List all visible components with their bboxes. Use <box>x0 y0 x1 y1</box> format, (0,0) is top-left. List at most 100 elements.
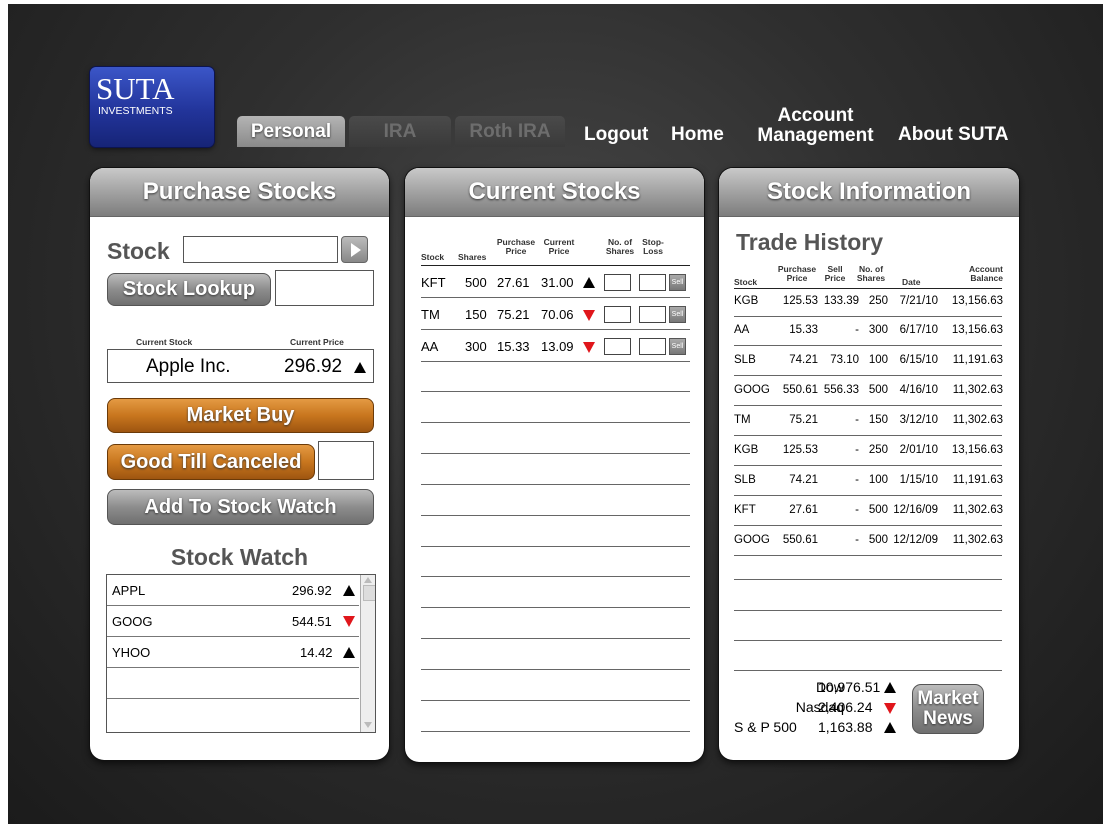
history-sell: 556.33 <box>823 384 859 396</box>
suta-logo[interactable]: SUTA INVESTMENTS <box>90 67 214 147</box>
table-row[interactable]: AA 300 15.33 13.09 Sell <box>405 331 704 361</box>
empty-row-line <box>421 515 690 516</box>
empty-row-line <box>421 700 690 701</box>
history-row[interactable]: SLB 74.21 -100 1/15/10 11,191.63 <box>719 468 1019 496</box>
good-till-canceled-input[interactable] <box>318 441 374 480</box>
history-balance: 13,156.63 <box>951 444 1003 456</box>
stop-loss-input[interactable] <box>639 338 666 355</box>
history-row[interactable]: KGB 125.53 -250 2/01/10 13,156.63 <box>719 438 1019 466</box>
watch-scrollbar[interactable] <box>360 575 375 732</box>
stock-lookup-button[interactable]: Stock Lookup <box>107 273 271 306</box>
empty-row-line <box>421 607 690 608</box>
sell-button[interactable]: Sell <box>669 274 686 291</box>
history-date: 12/16/09 <box>893 504 938 516</box>
history-purchase: 74.21 <box>789 354 818 366</box>
table-row[interactable]: TM 150 75.21 70.06 Sell <box>405 299 704 329</box>
watch-row[interactable]: APPL 296.92 <box>107 575 359 606</box>
cell-shares: 300 <box>465 339 487 354</box>
empty-row-line <box>421 391 690 392</box>
trend-down-icon <box>583 342 595 353</box>
history-stock: SLB <box>734 474 756 486</box>
history-sell: - <box>855 324 859 336</box>
nav-logout[interactable]: Logout <box>584 124 648 146</box>
stop-loss-input[interactable] <box>639 274 666 291</box>
history-row[interactable]: AA 15.33 -300 6/17/10 13,156.63 <box>719 318 1019 346</box>
shares-input[interactable] <box>604 306 631 323</box>
stock-lookup-input[interactable] <box>275 270 374 306</box>
watch-symbol: GOOG <box>112 614 153 629</box>
history-sell: - <box>855 504 859 516</box>
trend-down-icon <box>884 703 896 714</box>
history-row[interactable]: KFT 27.61 -500 12/16/09 11,302.63 <box>719 498 1019 526</box>
index-value: 10,976.51 <box>818 679 881 695</box>
history-date: 3/12/10 <box>899 414 938 426</box>
cell-current: 13.09 <box>541 339 574 354</box>
history-sell: - <box>855 534 859 546</box>
history-balance: 11,191.63 <box>952 354 1003 366</box>
history-row-divider <box>734 495 1002 496</box>
empty-row-line <box>421 669 690 670</box>
history-row[interactable]: SLB 74.21 73.10 100 6/15/10 11,191.63 <box>719 348 1019 376</box>
watch-symbol: YHOO <box>112 645 151 660</box>
col-stop-line2: Loss <box>643 246 663 256</box>
stop-loss-input[interactable] <box>639 306 666 323</box>
history-row[interactable]: KGB 125.53 133.39 250 7/21/10 13,156.63 <box>719 289 1019 317</box>
empty-row-line <box>734 610 1002 611</box>
sell-button[interactable]: Sell <box>669 306 686 323</box>
history-row[interactable]: TM 75.21 -150 3/12/10 11,302.63 <box>719 408 1019 436</box>
history-row[interactable]: GOOG 550.61 -500 12/12/09 11,302.63 <box>719 528 1019 556</box>
history-row-divider <box>734 435 1002 436</box>
watch-row-empty[interactable] <box>107 668 359 699</box>
empty-row-line <box>421 453 690 454</box>
good-till-canceled-button[interactable]: Good Till Canceled <box>107 444 315 480</box>
history-stock: TM <box>734 414 751 426</box>
history-balance: 13,156.63 <box>951 324 1003 336</box>
history-row[interactable]: GOOG 550.61 556.33 500 4/16/10 11,302.63 <box>719 378 1019 406</box>
th-no-of-shares: No. of Shares <box>855 265 887 283</box>
empty-row-line <box>421 484 690 485</box>
shares-input[interactable] <box>604 338 631 355</box>
history-balance: 11,302.63 <box>952 534 1003 546</box>
history-date: 12/12/09 <box>893 534 938 546</box>
history-date: 7/21/10 <box>899 295 938 307</box>
history-stock: KGB <box>734 295 759 307</box>
tab-ira[interactable]: IRA <box>349 116 451 147</box>
tab-personal[interactable]: Personal <box>237 116 345 147</box>
history-row-divider <box>734 345 1002 346</box>
col-current-price: Current Price <box>540 238 578 256</box>
market-buy-button[interactable]: Market Buy <box>107 398 374 433</box>
table-row[interactable]: KFT 500 27.61 31.00 Sell <box>405 267 704 297</box>
history-row-divider <box>734 465 1002 466</box>
history-row-divider <box>734 525 1002 526</box>
add-to-stock-watch-button[interactable]: Add To Stock Watch <box>107 489 374 525</box>
history-shares: 500 <box>868 534 888 546</box>
current-stock-display: Apple Inc. 296.92 <box>107 349 374 383</box>
th-sell-price: Sell Price <box>821 265 849 283</box>
nav-home[interactable]: Home <box>671 124 724 146</box>
nav-about-suta[interactable]: About SUTA <box>898 124 1008 146</box>
scroll-down-icon[interactable] <box>364 722 372 728</box>
stock-go-button[interactable] <box>341 236 368 263</box>
sell-button[interactable]: Sell <box>669 338 686 355</box>
watch-row[interactable]: YHOO 14.42 <box>107 637 359 668</box>
nav-account-management[interactable]: Account Management <box>748 106 883 146</box>
cell-stock: KFT <box>421 275 446 290</box>
history-shares: 100 <box>868 474 888 486</box>
tab-roth-ira[interactable]: Roth IRA <box>455 116 565 147</box>
watch-row[interactable]: GOOG 544.51 <box>107 606 359 637</box>
history-balance: 11,302.63 <box>952 384 1003 396</box>
history-stock: SLB <box>734 354 756 366</box>
col-purchase-line2: Price <box>505 246 527 256</box>
history-row-divider <box>734 316 1002 317</box>
scrollbar-thumb[interactable] <box>363 585 375 601</box>
market-news-button[interactable]: Market News <box>912 684 984 734</box>
scroll-up-icon[interactable] <box>364 577 372 583</box>
history-shares: 500 <box>868 504 888 516</box>
stock-symbol-input[interactable] <box>183 236 338 263</box>
shares-input[interactable] <box>604 274 631 291</box>
watch-row-empty[interactable] <box>107 699 359 729</box>
col-stock: Stock <box>421 252 445 262</box>
history-purchase: 15.33 <box>789 324 818 336</box>
watch-symbol: APPL <box>112 583 146 598</box>
trend-up-icon <box>343 585 355 596</box>
